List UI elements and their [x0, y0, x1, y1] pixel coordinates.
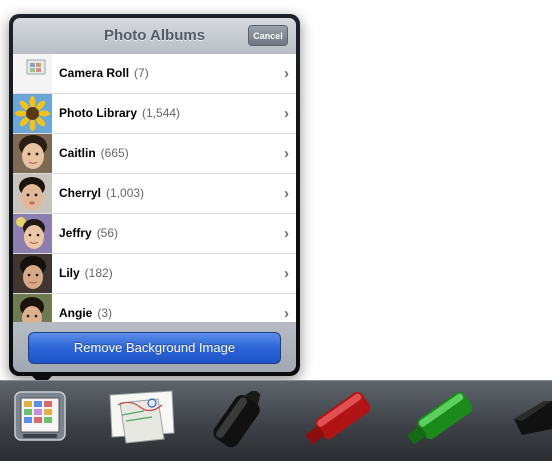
album-label: Caitlin (665) [59, 134, 129, 173]
popover-header: Photo Albums Cancel [13, 18, 296, 54]
album-name: Photo Library [59, 106, 138, 120]
album-row-lily[interactable]: Lily (182) › [13, 254, 296, 294]
album-count: (1,544) [142, 106, 181, 120]
camera-roll-thumbnail [13, 54, 52, 93]
photo-grid-icon [14, 391, 66, 441]
eraser-icon [514, 401, 552, 435]
album-label: Angie (3) [59, 294, 112, 322]
paper-sheet-icon [109, 390, 175, 444]
album-count: (7) [134, 66, 149, 80]
album-name: Lily [59, 266, 80, 280]
album-name: Caitlin [59, 146, 96, 160]
black-marker-icon [213, 389, 261, 448]
chevron-right-icon: › [284, 145, 289, 162]
album-count: (665) [100, 146, 129, 160]
album-name: Jeffry [59, 226, 92, 240]
portrait-thumbnail [13, 174, 52, 213]
album-label: Cherryl (1,003) [59, 174, 144, 213]
red-marker-icon [305, 392, 371, 444]
album-name: Cherryl [59, 186, 102, 200]
whiteboard-tool[interactable] [104, 389, 178, 445]
green-marker-tool[interactable] [400, 387, 480, 451]
portrait-thumbnail [13, 214, 52, 253]
album-row-jeffry[interactable]: Jeffry (56) › [13, 214, 296, 254]
red-marker-tool[interactable] [298, 387, 378, 451]
album-row-camera-roll[interactable]: Camera Roll (7) › [13, 54, 296, 94]
photo-albums-popover: Photo Albums Cancel Camera Roll (7) › Ph… [9, 14, 300, 376]
sunflower-thumbnail [13, 94, 52, 133]
green-marker-icon [407, 392, 473, 444]
album-count: (56) [96, 226, 119, 240]
chevron-right-icon: › [284, 225, 289, 242]
chevron-right-icon: › [284, 305, 289, 322]
remove-background-image-button[interactable]: Remove Background Image [28, 332, 281, 364]
album-row-angie[interactable]: Angie (3) › [13, 294, 296, 322]
portrait-thumbnail [13, 254, 52, 293]
album-label: Lily (182) [59, 254, 113, 293]
eraser-tool[interactable] [508, 395, 552, 441]
album-name: Camera Roll [59, 66, 130, 80]
chevron-right-icon: › [284, 265, 289, 282]
album-label: Photo Library (1,544) [59, 94, 180, 133]
album-row-cherryl[interactable]: Cherryl (1,003) › [13, 174, 296, 214]
black-marker-tool[interactable] [200, 389, 272, 453]
album-label: Camera Roll (7) [59, 54, 149, 93]
album-count: (3) [97, 306, 113, 320]
popover-footer: Remove Background Image [13, 322, 296, 372]
album-count: (182) [84, 266, 113, 280]
album-list: Camera Roll (7) › Photo Library (1,544) … [13, 54, 296, 322]
portrait-thumbnail [13, 294, 52, 322]
album-row-photo-library[interactable]: Photo Library (1,544) › [13, 94, 296, 134]
portrait-thumbnail [13, 134, 52, 173]
album-count: (1,003) [106, 186, 145, 200]
album-name: Angie [59, 306, 93, 320]
chevron-right-icon: › [284, 185, 289, 202]
background-image-tool[interactable] [14, 391, 66, 441]
album-row-caitlin[interactable]: Caitlin (665) › [13, 134, 296, 174]
chevron-right-icon: › [284, 65, 289, 82]
tool-tray [0, 380, 552, 461]
album-label: Jeffry (56) [59, 214, 118, 253]
cancel-button[interactable]: Cancel [248, 25, 288, 46]
chevron-right-icon: › [284, 105, 289, 122]
